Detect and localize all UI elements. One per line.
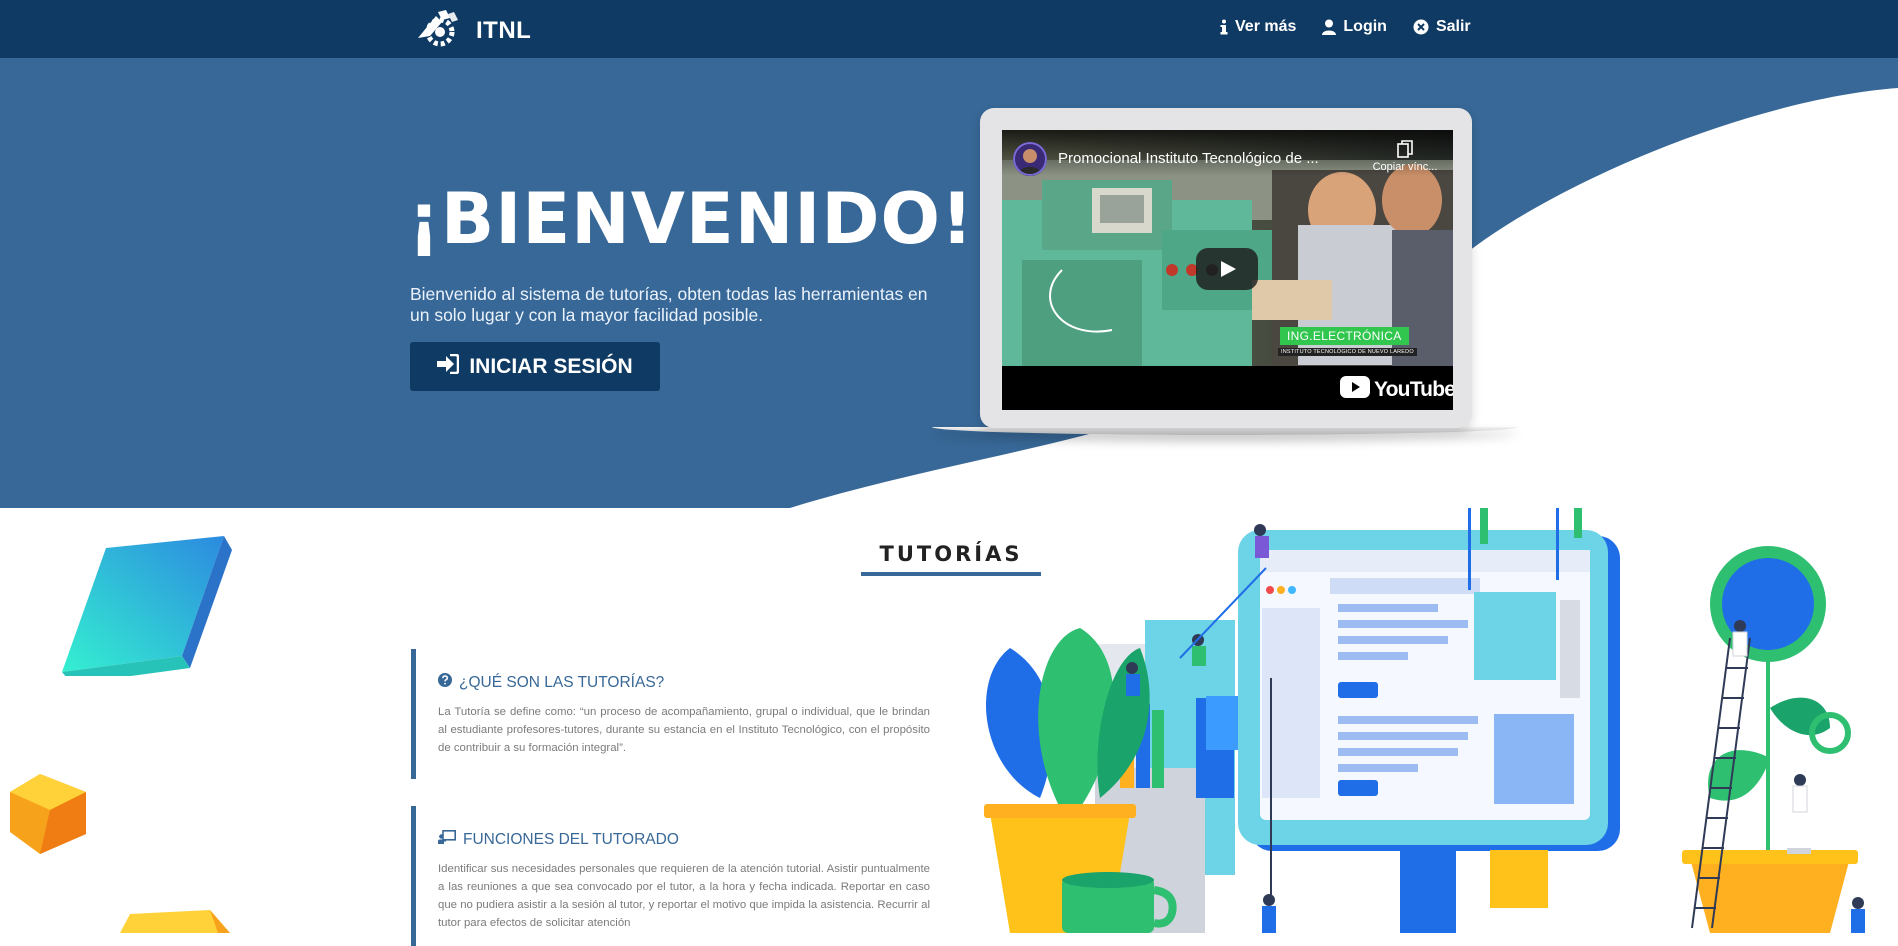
hero-wave-decoration (790, 88, 1898, 508)
hero-section: ¡BIENVENIDO! Bienvenido al sistema de tu… (0, 58, 1898, 508)
video-tag: ING.ELECTRÓNICA (1280, 327, 1409, 345)
user-icon (1322, 19, 1337, 35)
play-icon (1221, 261, 1236, 277)
hero-title: ¡BIENVENIDO! (408, 178, 974, 260)
card-funciones-tutorado: FUNCIONES DEL TUTORADO Identificar sus n… (411, 806, 936, 946)
card-que-son-tutorias: ¿QUÉ SON LAS TUTORÍAS? La Tutoría se def… (411, 649, 936, 779)
login-button-label: INICIAR SESIÓN (469, 354, 633, 378)
youtube-video[interactable]: Promocional Instituto Tecnológico de ...… (1002, 130, 1453, 410)
video-institution: INSTITUTO TECNOLÓGICO DE NUEVO LAREDO (1278, 348, 1417, 356)
copy-icon (1397, 140, 1413, 161)
chalkboard-user-icon (438, 830, 456, 849)
sign-in-icon (437, 353, 460, 380)
nav-login-label: Login (1343, 18, 1387, 35)
brand[interactable]: ITNL (416, 8, 531, 53)
cyan-gem-decoration (62, 536, 232, 676)
info-icon (1220, 19, 1228, 35)
nav-login[interactable]: Login (1322, 18, 1387, 36)
nav-links: Ver más Login Salir (1220, 18, 1471, 36)
youtube-logo[interactable]: YouTube (1340, 376, 1453, 403)
copy-link-label: Copiar vínc... (1372, 161, 1438, 173)
nav-ver-mas[interactable]: Ver más (1220, 18, 1296, 36)
tutoring-illustration (984, 508, 1865, 933)
card-title-text: FUNCIONES DEL TUTORADO (463, 830, 679, 848)
laptop-mockup: Promocional Instituto Tecnológico de ...… (980, 108, 1472, 428)
close-circle-icon (1413, 19, 1429, 35)
question-circle-icon (438, 673, 452, 692)
card-text: La Tutoría se define como: “un proceso d… (438, 706, 930, 754)
channel-avatar[interactable] (1013, 142, 1047, 176)
nav-ver-mas-label: Ver más (1235, 18, 1297, 35)
video-title[interactable]: Promocional Instituto Tecnológico de ... (1058, 150, 1358, 167)
top-navbar: ITNL Ver más Login Salir (0, 0, 1898, 58)
login-button[interactable]: INICIAR SESIÓN (410, 342, 660, 391)
play-button[interactable] (1196, 248, 1258, 290)
youtube-wordmark: YouTube (1374, 377, 1453, 401)
brand-name: ITNL (476, 16, 532, 44)
youtube-play-icon (1340, 376, 1370, 403)
nav-salir-label: Salir (1435, 18, 1471, 35)
card-title: FUNCIONES DEL TUTORADO (438, 830, 679, 849)
itnl-logo-icon (416, 8, 462, 53)
orange-cube-decoration (10, 774, 86, 854)
card-text: Identificar sus necesidades personales q… (438, 863, 930, 929)
copy-link-button[interactable]: Copiar vínc... (1362, 140, 1448, 173)
card-title: ¿QUÉ SON LAS TUTORÍAS? (438, 673, 664, 692)
nav-salir[interactable]: Salir (1413, 18, 1471, 36)
card-title-text: ¿QUÉ SON LAS TUTORÍAS? (459, 673, 665, 691)
yellow-shape-decoration (120, 910, 230, 933)
hero-subtitle: Bienvenido al sistema de tutorías, obten… (410, 284, 928, 325)
